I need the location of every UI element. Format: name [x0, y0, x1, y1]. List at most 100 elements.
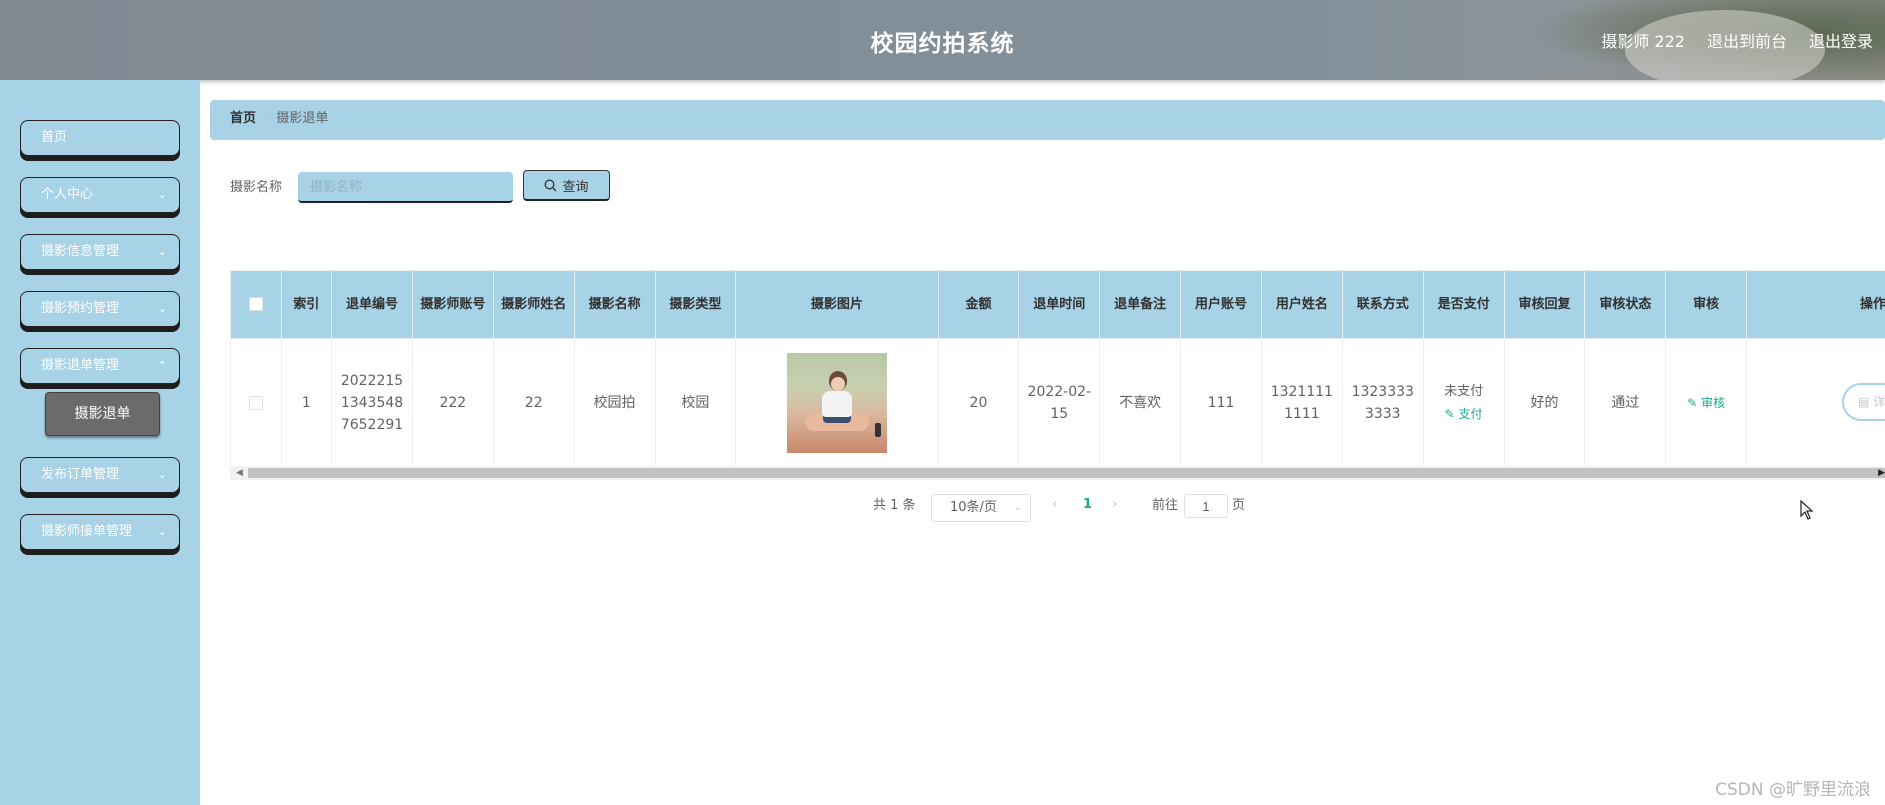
search-button-label: 查询: [562, 179, 589, 195]
cell-contact: 13233333333: [1341, 338, 1424, 466]
column-header: 审核状态: [1584, 270, 1667, 339]
document-icon: ▤: [1858, 395, 1870, 409]
cell-user-account: 111: [1180, 338, 1262, 466]
sidebar-item-label: 摄影信息管理: [41, 244, 120, 259]
chevron-down-icon: ⌄: [157, 188, 167, 201]
photo-thumbnail[interactable]: [786, 352, 887, 453]
column-header: 摄影师姓名: [492, 270, 575, 339]
select-all-checkbox-cell[interactable]: [230, 270, 282, 339]
detail-button-label: 详: [1873, 395, 1885, 409]
chevron-down-icon: ⌄: [157, 302, 167, 315]
page-size-select[interactable]: 10条/页 ⌄: [931, 494, 1031, 522]
sidebar-item-label: 个人中心: [41, 187, 94, 202]
scroll-right-icon[interactable]: ▶: [1878, 468, 1885, 478]
edit-icon: ✎: [1687, 395, 1698, 410]
search-icon: [545, 179, 557, 191]
column-header: 审核: [1665, 270, 1748, 339]
sidebar-item-label: 发布订单管理: [41, 467, 120, 482]
prev-page-button[interactable]: ‹: [1052, 496, 1058, 512]
table-row: 1 20222151343548765229​1 222 22 校园拍 校园 2…: [230, 338, 1885, 466]
cell-refund-time: 2022-02-15: [1018, 338, 1101, 466]
column-header: 摄影类型: [654, 270, 737, 339]
cell-photographer-account: 222: [411, 338, 494, 466]
column-header: 退单时间: [1018, 270, 1101, 339]
sidebar-item-label: 首页: [41, 130, 68, 145]
scroll-left-icon[interactable]: ◀: [236, 468, 243, 478]
header-links: 摄影师 222 退出到前台 退出登录: [1601, 28, 1873, 52]
column-header: 用户姓名: [1260, 270, 1343, 339]
data-table: 索引 退单编号 摄影师账号 摄影师姓名 摄影名称 摄影类型 摄影图片 金额 退单…: [230, 270, 1885, 466]
review-link[interactable]: ✎ 审核: [1687, 396, 1725, 410]
sidebar-item-photo-info[interactable]: 摄影信息管理 ⌄: [20, 234, 180, 270]
cell-photo-type: 校园: [654, 338, 737, 466]
sidebar-subitem-refund[interactable]: 摄影退单: [45, 392, 160, 436]
cell-review-action: ✎ 审核: [1665, 338, 1748, 466]
cell-review-reply: 好的: [1503, 338, 1586, 466]
column-header: 摄影名称: [573, 270, 656, 339]
chevron-down-icon: ⌄: [157, 525, 167, 538]
breadcrumb-separator: /: [264, 111, 269, 126]
cell-photo-name: 校园拍: [573, 338, 656, 466]
select-all-checkbox[interactable]: [248, 297, 263, 311]
watermark: CSDN @旷野里流浪: [1715, 780, 1871, 800]
chevron-down-icon: ⌄: [1013, 502, 1022, 513]
column-header: 联系方式: [1341, 270, 1424, 339]
sidebar-item-label: 摄影师接单管理: [41, 524, 133, 539]
column-header: 操作: [1746, 270, 1885, 339]
cell-review-status: 通过: [1584, 338, 1667, 466]
sidebar-item-label: 摄影预约管理: [41, 301, 120, 316]
page-number-current[interactable]: 1: [1083, 497, 1092, 512]
column-header: 用户账号: [1180, 270, 1262, 339]
sidebar: 首页 个人中心 ⌄ 摄影信息管理 ⌄ 摄影预约管理 ⌄ 摄影退单管理 ⌃ 摄影退…: [0, 80, 200, 805]
page-size-value: 10条/页: [950, 500, 997, 515]
column-header: 是否支付: [1422, 270, 1505, 339]
column-header: 审核回复: [1503, 270, 1586, 339]
goto-page-input[interactable]: [1184, 494, 1228, 518]
current-user[interactable]: 摄影师 222: [1601, 28, 1685, 52]
breadcrumb: 首页 / 摄影退单: [210, 100, 1885, 140]
sidebar-item-booking[interactable]: 摄影预约管理 ⌄: [20, 291, 180, 327]
breadcrumb-current: 摄影退单: [276, 111, 329, 126]
sidebar-item-home[interactable]: 首页: [20, 120, 180, 156]
sidebar-item-refund[interactable]: 摄影退单管理 ⌃: [20, 348, 180, 384]
breadcrumb-home[interactable]: 首页: [230, 111, 256, 126]
logout-link[interactable]: 退出登录: [1809, 28, 1873, 52]
scrollbar-thumb[interactable]: [248, 468, 1885, 478]
goto-prefix: 前往: [1152, 498, 1179, 513]
column-header: 摄影师账号: [411, 270, 494, 339]
paid-status: 未支付: [1444, 383, 1484, 399]
column-header: 摄影图片: [735, 270, 939, 339]
cell-refund-note: 不喜欢: [1099, 338, 1182, 466]
horizontal-scrollbar[interactable]: ◀ ▶: [230, 466, 1885, 480]
sidebar-item-personal-center[interactable]: 个人中心 ⌄: [20, 177, 180, 213]
chevron-up-icon: ⌃: [157, 359, 167, 372]
sidebar-item-label: 摄影退单管理: [41, 358, 120, 373]
cell-amount: 20: [937, 338, 1020, 466]
search-input[interactable]: [298, 172, 513, 203]
column-header: 索引: [280, 270, 333, 339]
pay-link-label: 支付: [1458, 406, 1483, 421]
review-link-label: 审核: [1701, 395, 1726, 410]
cell-paid: 未支付 ✎ 支付: [1422, 338, 1505, 466]
row-checkbox[interactable]: [248, 395, 263, 410]
cell-index: 1: [280, 338, 333, 466]
row-checkbox-cell[interactable]: [230, 338, 282, 466]
edit-icon: ✎: [1444, 406, 1455, 421]
next-page-button[interactable]: ›: [1112, 496, 1118, 512]
chevron-down-icon: ⌄: [157, 245, 167, 258]
search-label: 摄影名称: [230, 180, 283, 195]
mouse-cursor-icon: [1800, 500, 1814, 520]
sidebar-item-orders[interactable]: 发布订单管理 ⌄: [20, 457, 180, 493]
cell-photographer-name: 22: [492, 338, 575, 466]
column-header: 退单备注: [1099, 270, 1182, 339]
search-button[interactable]: 查询: [523, 170, 610, 201]
goto-suffix: 页: [1232, 498, 1246, 513]
cell-refund-no: 20222151343548765229​1: [331, 338, 413, 466]
cell-photo-image: [735, 338, 939, 466]
sidebar-item-photographer-orders[interactable]: 摄影师接单管理 ⌄: [20, 514, 180, 550]
detail-button[interactable]: ▤ 详: [1842, 383, 1885, 421]
pagination-total: 共 1 条: [873, 498, 916, 513]
pay-link[interactable]: ✎ 支付: [1430, 403, 1498, 425]
exit-to-front-link[interactable]: 退出到前台: [1707, 28, 1787, 52]
table-header-row: 索引 退单编号 摄影师账号 摄影师姓名 摄影名称 摄影类型 摄影图片 金额 退单…: [230, 270, 1885, 339]
